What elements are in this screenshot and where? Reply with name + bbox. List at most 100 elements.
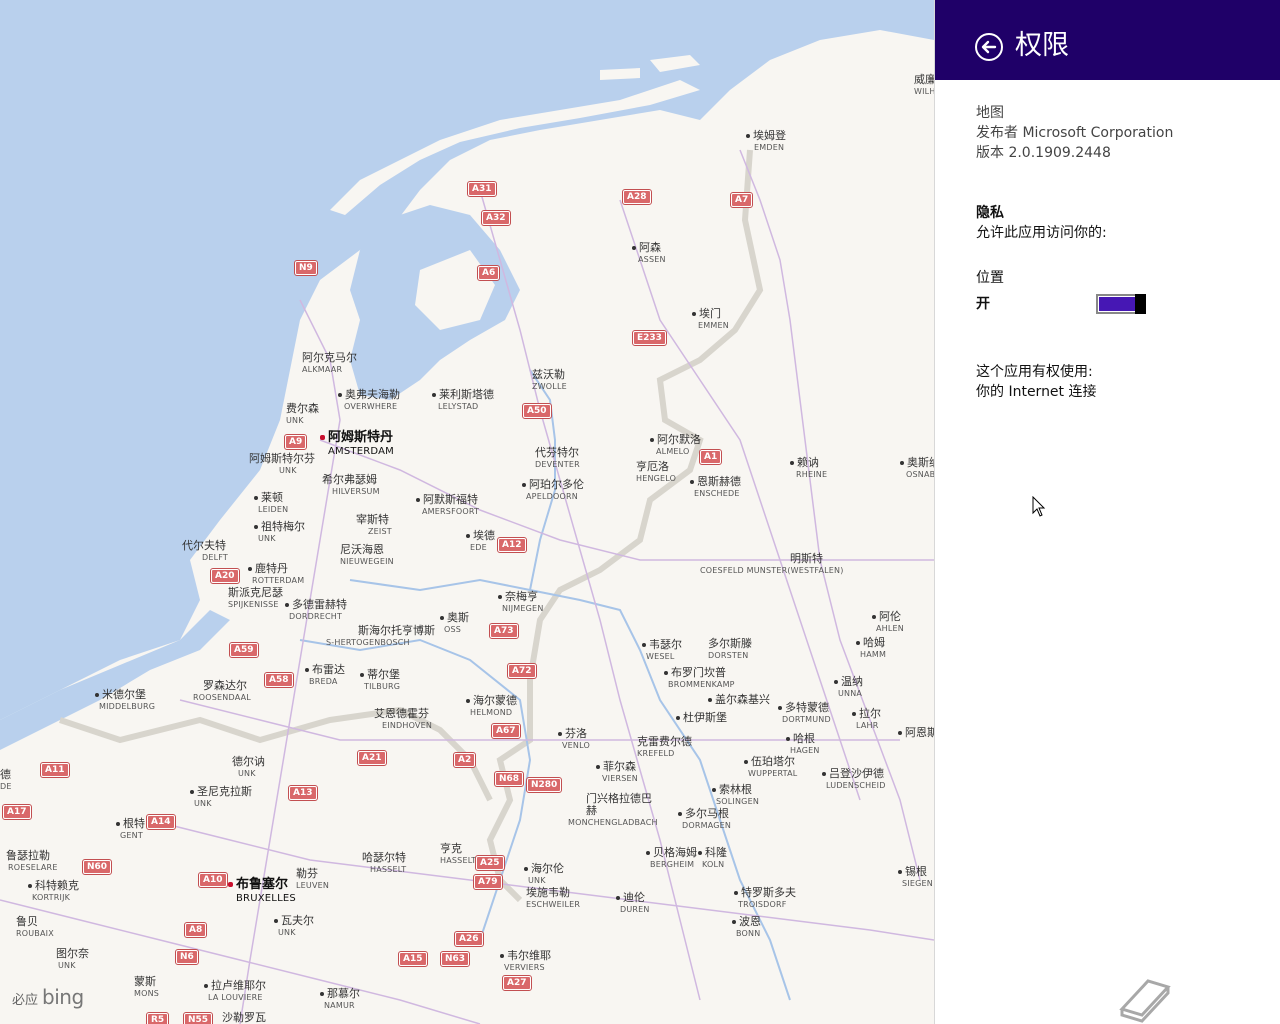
privacy-description: 允许此应用访问你的: (976, 225, 1107, 241)
place-enschede[interactable]: 恩斯赫德 ENSCHEDE (690, 476, 741, 500)
place-zoetermeer[interactable]: 祖特梅尔 UNK (254, 521, 305, 545)
place-rotterdam[interactable]: 鹿特丹 ROTTERDAM (248, 563, 304, 587)
place-viersen[interactable]: 菲尔森 VIERSEN (596, 761, 638, 785)
place-kortrijk[interactable]: 科特赖克 KORTRIJK (28, 880, 79, 904)
place-helmond[interactable]: 海尔蒙德 HELMOND (466, 695, 517, 719)
place-leuven[interactable]: 勒芬 LEUVEN (296, 868, 329, 892)
place-roubaix[interactable]: 鲁贝 ROUBAIX (16, 916, 54, 940)
place-wavre[interactable]: 瓦夫尔 UNK (274, 915, 314, 939)
place-wuppertal[interactable]: 伍珀塔尔 WUPPERTAL (744, 756, 797, 780)
place-eschweiler[interactable]: 埃施韦勒 ESCHWEILER (526, 887, 580, 911)
place-hasselt[interactable]: 哈瑟尔特 HASSELT (362, 852, 406, 876)
place-roosendaal[interactable]: 罗森达尔 ROOSENDAAL (193, 680, 251, 704)
place-zeist[interactable]: 宰斯特 ZEIST (356, 514, 392, 538)
place-verviers[interactable]: 韦尔维耶 VERVIERS (500, 950, 551, 974)
place-namur[interactable]: 那慕尔 NAMUR (320, 988, 360, 1012)
place-de-edge[interactable]: 德 DE (0, 769, 12, 793)
place-latin: BRUXELLES (236, 893, 296, 904)
place-dormagen[interactable]: 多尔马根 DORMAGEN (678, 808, 731, 832)
place-emmen[interactable]: 埃门 EMMEN (692, 308, 729, 332)
place-troisdorf[interactable]: 特罗斯多夫 TROISDORF (734, 887, 796, 911)
place-middelburg[interactable]: 米德尔堡 MIDDELBURG (95, 689, 155, 713)
place-almelo[interactable]: 阿尔默洛 ALMELO (650, 434, 701, 458)
place-brussels[interactable]: 布鲁塞尔 BRUXELLES (228, 878, 296, 906)
place-tournai[interactable]: 图尔奈 UNK (56, 948, 89, 972)
place-wilhelmshaven[interactable]: 威廉 WILH (914, 74, 934, 98)
place-deerne[interactable]: 德尔讷 UNK (232, 756, 265, 780)
place-latin: HASSELT (440, 856, 477, 865)
place-name: 奥斯纳 (907, 456, 934, 469)
place-oss[interactable]: 奥斯 OSS (440, 612, 469, 636)
place-dueren[interactable]: 迪伦 DUREN (616, 892, 650, 916)
place-moenchengladbach[interactable]: 门兴格拉德巴赫 MONCHENGLADBACH (568, 793, 658, 829)
place-roeselare[interactable]: 鲁瑟拉勒 ROESELARE (6, 850, 58, 874)
place-solingen[interactable]: 索林根 SOLINGEN (712, 784, 759, 808)
place-mons[interactable]: 蒙斯 MONS (134, 976, 159, 1000)
place-name: 奥斯 (447, 611, 469, 624)
place-rheine[interactable]: 赖讷 RHEINE (790, 457, 827, 481)
place-duisburg[interactable]: 杜伊斯堡 (676, 712, 727, 724)
place-koeln[interactable]: 科隆 KOLN (698, 847, 727, 871)
place-siegen[interactable]: 锡根 SIEGEN (898, 866, 933, 890)
place-luedenscheid[interactable]: 吕登沙伊德 LUDENSCHEID (822, 768, 886, 792)
place-venlo[interactable]: 芬洛 VENLO (558, 728, 590, 752)
place-name: 兹沃勒 (532, 368, 565, 381)
place-deventer[interactable]: 代芬特尔 DEVENTER (535, 447, 580, 471)
place-muenster[interactable]: 明斯特 COESFELD MUNSTER(WESTFALEN) (700, 553, 844, 577)
place-charleroi[interactable]: 沙勒罗瓦 (222, 1012, 266, 1024)
place-assen[interactable]: 阿森 ASSEN (632, 242, 666, 266)
place-dorsten[interactable]: 多尔斯滕 DORSTEN (708, 638, 752, 662)
place-gelsenkirchen[interactable]: 盖尔森基兴 (708, 694, 770, 706)
place-bergheim[interactable]: 贝格海姆 BERGHEIM (646, 847, 697, 871)
place-nijmegen[interactable]: 奈梅亨 NIJMEGEN (498, 591, 544, 615)
place-amsterdam[interactable]: 阿姆斯特丹 AMSTERDAM (320, 431, 394, 459)
place-hagen[interactable]: 哈根 HAGEN (786, 733, 820, 757)
location-toggle[interactable] (1096, 294, 1146, 314)
place-latin: VENLO (562, 741, 590, 750)
place-osnabrueck[interactable]: 奥斯纳OSNAB (900, 457, 934, 481)
place-ede[interactable]: 埃德 EDE (466, 530, 495, 554)
place-feirsen[interactable]: 费尔森 UNK (286, 403, 319, 427)
place-dordrecht[interactable]: 多德雷赫特 DORDRECHT (285, 599, 347, 623)
place-shertogenbosch[interactable]: 斯海尔托亨博斯 S-HERTOGENBOSCH (326, 625, 435, 649)
place-la-louviere[interactable]: 拉卢维耶尔 LA LOUVIERE (204, 980, 266, 1004)
place-name: 莱利斯塔德 (439, 388, 494, 401)
place-latin: DORTMUND (782, 715, 831, 724)
place-name: 拉尔 (859, 707, 881, 720)
place-lelystad[interactable]: 莱利斯塔德 LELYSTAD (432, 389, 494, 413)
place-leiden[interactable]: 莱顿 LEIDEN (254, 492, 288, 516)
place-alkmaar[interactable]: 阿尔克马尔 ALKMAAR (302, 352, 357, 376)
place-dortmund[interactable]: 多特蒙德 DORTMUND (778, 702, 831, 726)
place-amersfoort[interactable]: 阿默斯福特 AMERSFOORT (416, 494, 479, 518)
place-heerlen[interactable]: 海尔伦 UNK (524, 863, 564, 887)
place-tilburg[interactable]: 蒂尔堡 TILBURG (360, 669, 400, 693)
back-button[interactable] (975, 33, 1003, 61)
place-lahr[interactable]: 拉尔 LAHR (852, 708, 881, 732)
place-delft[interactable]: 代尔夫特 DELFT (182, 540, 228, 564)
place-arnsberg[interactable]: 阿恩斯 (898, 727, 934, 739)
place-brommenkamp[interactable]: 布罗门坎普 BROMMENKAMP (664, 667, 735, 691)
toggle-thumb[interactable] (1135, 294, 1146, 314)
place-amstelveen[interactable]: 阿姆斯特尔芬 UNK (249, 453, 315, 477)
place-name: 菲尔森 (603, 760, 636, 773)
place-unna[interactable]: 温纳 UNNA (834, 676, 863, 700)
place-krefeld[interactable]: 克雷费尔德 KREFELD (637, 736, 692, 760)
map-canvas[interactable]: 埃姆登 EMDEN 阿森 ASSEN 埃门 EMMEN 兹沃勒 ZWOLLE 阿尔克马尔… (0, 0, 934, 1024)
place-hamm[interactable]: 哈姆 HAMM (856, 637, 886, 661)
place-gent[interactable]: 根特 GENT (116, 818, 145, 842)
place-bonn[interactable]: 波恩 BONN (732, 916, 761, 940)
place-zwolle[interactable]: 兹沃勒 ZWOLLE (532, 369, 567, 393)
place-genk[interactable]: 亨克 HASSELT (440, 843, 476, 867)
place-hilversum[interactable]: 希尔弗瑟姆 HILVERSUM (322, 474, 380, 498)
place-apeldoorn[interactable]: 阿珀尔多伦 APELDOORN (522, 479, 584, 503)
place-wesel[interactable]: 韦瑟尔 WESEL (642, 639, 682, 663)
place-eindhoven[interactable]: 艾恩德霍芬 EINDHOVEN (374, 708, 432, 732)
place-nieuwegein[interactable]: 尼沃海恩 NIEUWEGEIN (340, 544, 394, 568)
place-emden[interactable]: 埃姆登 EMDEN (746, 130, 786, 154)
place-breda[interactable]: 布雷达 BREDA (305, 664, 345, 688)
place-ahlen[interactable]: 阿伦 AHLEN (872, 611, 904, 635)
place-hengelo[interactable]: 亨厄洛 HENGELO (636, 461, 676, 485)
place-spijkenisse[interactable]: 斯派克尼瑟 SPIJKENISSE (228, 587, 283, 611)
place-sint-niklaas[interactable]: 圣尼克拉斯 UNK (190, 786, 252, 810)
place-overwhere[interactable]: 奥弗夫海勒 OVERWHERE (338, 389, 400, 413)
